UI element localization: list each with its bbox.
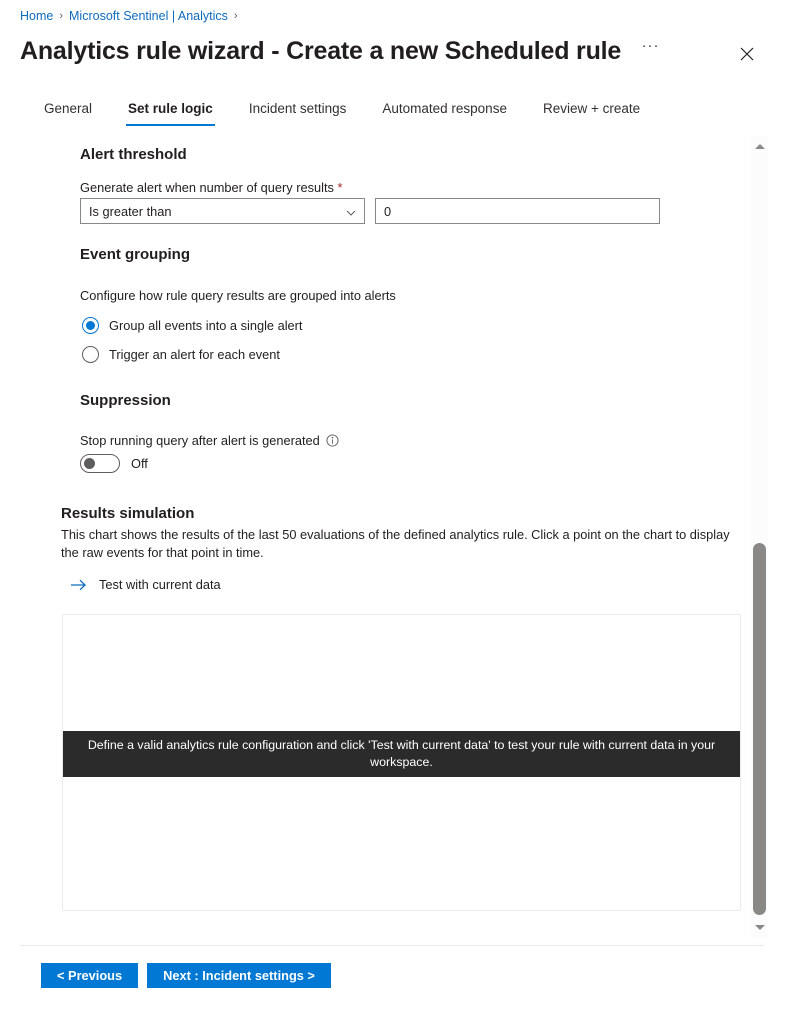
alert-threshold-heading: Alert threshold [80, 146, 187, 163]
breadcrumb: Home › Microsoft Sentinel | Analytics › [20, 9, 238, 23]
tab-automated-response[interactable]: Automated response [372, 101, 517, 126]
radio-group-all-events[interactable]: Group all events into a single alert [82, 317, 302, 334]
threshold-operator-value: Is greater than [89, 203, 172, 219]
arrow-right-icon [70, 578, 87, 592]
test-with-current-data-link[interactable]: Test with current data [70, 577, 221, 592]
breadcrumb-item-home[interactable]: Home [20, 9, 53, 23]
more-options-icon[interactable]: ··· [642, 28, 660, 64]
required-indicator: * [337, 180, 343, 195]
tab-review-create[interactable]: Review + create [533, 101, 650, 126]
scroll-down-arrow-icon[interactable] [751, 919, 768, 936]
suppression-toggle-row: Off [80, 454, 148, 473]
chart-empty-state-message: Define a valid analytics rule configurat… [63, 731, 740, 777]
results-simulation-chart-panel[interactable]: Define a valid analytics rule configurat… [62, 614, 741, 911]
next-incident-settings-button[interactable]: Next : Incident settings > [147, 963, 331, 988]
event-grouping-heading: Event grouping [80, 246, 190, 263]
suppression-label: Stop running query after alert is genera… [80, 433, 320, 448]
wizard-content: Alert threshold Generate alert when numb… [0, 136, 742, 934]
scrollbar-thumb[interactable] [753, 543, 766, 915]
radio-trigger-each-event[interactable]: Trigger an alert for each event [82, 346, 280, 363]
info-icon[interactable] [326, 434, 339, 447]
title-row: Analytics rule wizard - Create a new Sch… [20, 33, 766, 69]
footer-divider [20, 945, 764, 946]
page-scrollbar[interactable] [751, 136, 768, 938]
previous-button[interactable]: < Previous [41, 963, 139, 988]
tab-general[interactable]: General [34, 101, 102, 126]
tab-incident-settings[interactable]: Incident settings [239, 101, 357, 126]
results-simulation-description: This chart shows the results of the last… [61, 527, 730, 560]
threshold-operator-select[interactable]: Is greater than [80, 198, 365, 224]
test-with-current-data-label: Test with current data [99, 577, 221, 592]
threshold-value-input[interactable]: 0 [375, 198, 660, 224]
tab-set-rule-logic[interactable]: Set rule logic [118, 101, 223, 126]
suppression-heading: Suppression [80, 392, 171, 409]
suppression-toggle[interactable] [80, 454, 120, 473]
results-simulation-heading: Results simulation [61, 505, 195, 522]
page-title: Analytics rule wizard - Create a new Sch… [20, 37, 622, 65]
suppression-label-row: Stop running query after alert is genera… [80, 433, 339, 448]
generate-alert-label: Generate alert when number of query resu… [80, 180, 343, 195]
wizard-tabs: General Set rule logic Incident settings… [34, 101, 666, 126]
analytics-rule-wizard-page: Home › Microsoft Sentinel | Analytics › … [0, 0, 786, 1010]
threshold-operator-field: Is greater than [80, 198, 365, 224]
suppression-toggle-state: Off [131, 456, 148, 471]
breadcrumb-item-sentinel-analytics[interactable]: Microsoft Sentinel | Analytics [69, 9, 228, 23]
generate-alert-label-text: Generate alert when number of query resu… [80, 180, 334, 195]
radio-group-all-events-label: Group all events into a single alert [109, 318, 303, 333]
radio-trigger-each-event-label: Trigger an alert for each event [109, 347, 280, 362]
breadcrumb-separator-icon-2: › [233, 10, 238, 22]
toggle-knob [84, 458, 95, 469]
chevron-down-icon [346, 206, 356, 216]
close-icon[interactable] [734, 41, 760, 67]
event-grouping-description: Configure how rule query results are gro… [80, 288, 396, 303]
radio-selected-icon [82, 317, 99, 334]
scroll-up-arrow-icon[interactable] [751, 138, 768, 155]
radio-unselected-icon [82, 346, 99, 363]
wizard-footer: < Previous Next : Incident settings > [41, 963, 331, 988]
breadcrumb-separator-icon: › [59, 10, 64, 22]
